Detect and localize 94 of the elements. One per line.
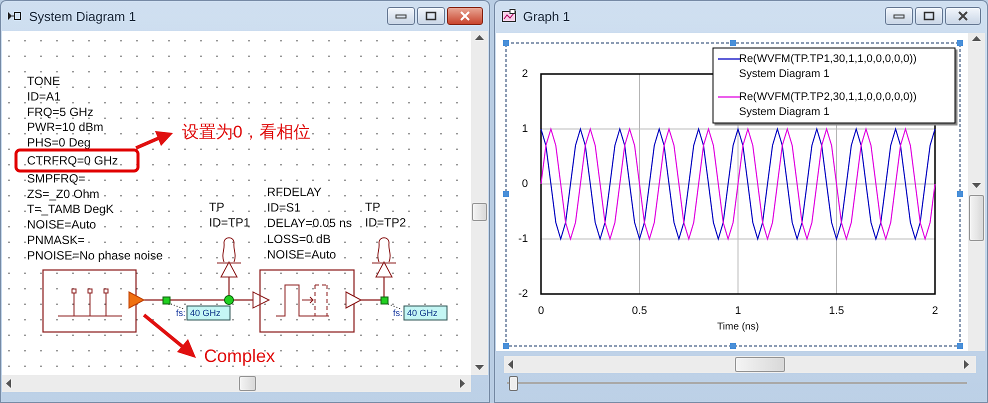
- window-title: Graph 1: [523, 8, 571, 24]
- test-probe-drawing: [372, 237, 396, 278]
- axis-tick-label: -1: [518, 233, 528, 245]
- maximize-icon: [923, 11, 935, 21]
- output-port-icon: [128, 291, 146, 309]
- legend-line-icon: [718, 96, 740, 98]
- resize-handle[interactable]: [730, 343, 736, 349]
- scroll-thumb[interactable]: [969, 195, 984, 241]
- annotation-text: Complex: [204, 346, 276, 366]
- axis-tick-label: 2: [522, 68, 528, 80]
- parameter-label: NOISE=Auto: [27, 218, 96, 232]
- horizontal-scrollbar[interactable]: [2, 375, 471, 392]
- scroll-right-icon[interactable]: [460, 379, 466, 388]
- scroll-thumb[interactable]: [735, 357, 785, 372]
- rate-value-field: [404, 306, 448, 320]
- rate-value: 40 GHz: [407, 308, 438, 318]
- axis-tick-label: 1: [734, 305, 742, 317]
- rate-value-field: [186, 306, 230, 320]
- parameter-label: LOSS=0 dB: [267, 232, 331, 246]
- scroll-thumb[interactable]: [239, 376, 256, 391]
- close-icon: [459, 11, 471, 21]
- scroll-right-icon[interactable]: [964, 360, 970, 369]
- scroll-thumb[interactable]: [472, 203, 487, 221]
- scroll-up-icon[interactable]: [475, 35, 484, 41]
- rate-label: fs:: [393, 308, 403, 318]
- graph-icon: [501, 9, 517, 23]
- axis-tick-label: 0: [522, 178, 528, 190]
- resize-handle[interactable]: [957, 343, 963, 349]
- scroll-left-icon[interactable]: [508, 360, 514, 369]
- close-icon: [957, 11, 969, 21]
- resize-handle[interactable]: [503, 191, 509, 197]
- scroll-left-icon[interactable]: [6, 379, 12, 388]
- vertical-scrollbar[interactable]: [471, 31, 488, 375]
- axis-tick-label: 1: [522, 123, 528, 135]
- slider-thumb[interactable]: [509, 376, 518, 391]
- node-icon: [162, 296, 170, 304]
- arrow: [135, 131, 173, 150]
- legend-label: Re(WVFM(TP.TP2,30,1,1,0,0,0,0,0)): [739, 91, 917, 103]
- scroll-up-icon[interactable]: [972, 36, 981, 42]
- axis-tick-label: 0.5: [632, 305, 648, 317]
- parameter-label: ID=TP2: [365, 216, 406, 230]
- rate-value: 40 GHz: [190, 308, 221, 318]
- minimize-icon: [395, 13, 407, 19]
- parameter-label: NOISE=Auto: [267, 247, 336, 262]
- minimize-icon: [893, 13, 905, 19]
- parameter-label: PHS=0 Deg: [27, 136, 91, 150]
- parameter-label: PWR=10 dBm: [27, 120, 104, 134]
- axis-tick-label: 2: [932, 305, 938, 317]
- minimize-button[interactable]: [885, 7, 913, 25]
- horizontal-scrollbar[interactable]: [504, 356, 976, 373]
- resize-handle[interactable]: [730, 40, 736, 46]
- diagram-icon: [7, 10, 23, 22]
- parameter-label: PNMASK=: [27, 233, 85, 247]
- axis-tick-label: 1.5: [828, 305, 844, 317]
- scroll-down-icon[interactable]: [972, 183, 981, 189]
- parameter-label: SMPFRQ=: [27, 171, 86, 186]
- resize-handle[interactable]: [503, 40, 509, 46]
- close-button[interactable]: [447, 7, 483, 25]
- parameter-label: ID=TP1: [209, 216, 250, 230]
- junction-icon: [224, 295, 234, 305]
- vertical-scrollbar[interactable]: [968, 33, 985, 351]
- close-button[interactable]: [945, 7, 981, 25]
- rate-label: fs:: [176, 308, 186, 318]
- parameter-label: DELAY=0.05 ns: [267, 216, 352, 230]
- axis-tick-label: -2: [518, 288, 528, 300]
- parameter-label: T=_TAMB DegK: [27, 202, 114, 216]
- legend-label: Re(WVFM(TP.TP1,30,1,1,0,0,0,0,0)): [739, 53, 917, 65]
- parameter-label: ID=S1: [267, 200, 301, 215]
- parameter-label: CTRFRQ=0 GHz: [27, 154, 118, 168]
- axis-tick-label: 0: [538, 305, 544, 317]
- window-title: System Diagram 1: [29, 8, 137, 24]
- legend-source: System Diagram 1: [739, 68, 830, 80]
- parameter-label: TP: [365, 200, 380, 214]
- parameter-label: PNOISE=No phase noise: [27, 248, 163, 262]
- annotation-text: 设置为0，看相位: [182, 122, 310, 142]
- scroll-down-icon[interactable]: [475, 365, 484, 371]
- parameter-label: TONE: [27, 74, 60, 88]
- axis-title: Time (ns): [717, 322, 759, 332]
- legend-line-icon: [718, 58, 740, 60]
- maximize-button[interactable]: [915, 7, 943, 25]
- maximize-button[interactable]: [417, 7, 445, 25]
- parameter-label: FRQ=5 GHz: [27, 104, 94, 119]
- resize-handle[interactable]: [503, 343, 509, 349]
- parameter-label: TP: [209, 200, 224, 214]
- parameter-label: RFDELAY: [267, 185, 322, 199]
- parameter-label: ID=A1: [27, 89, 61, 104]
- minimize-button[interactable]: [387, 7, 415, 25]
- legend-source: System Diagram 1: [739, 106, 830, 118]
- parameter-label: ZS=_Z0 Ohm: [27, 186, 100, 201]
- node-icon: [380, 296, 388, 304]
- resize-handle[interactable]: [957, 191, 963, 197]
- resize-handle[interactable]: [957, 40, 963, 46]
- maximize-icon: [425, 11, 437, 21]
- test-probe-drawing: [216, 237, 242, 278]
